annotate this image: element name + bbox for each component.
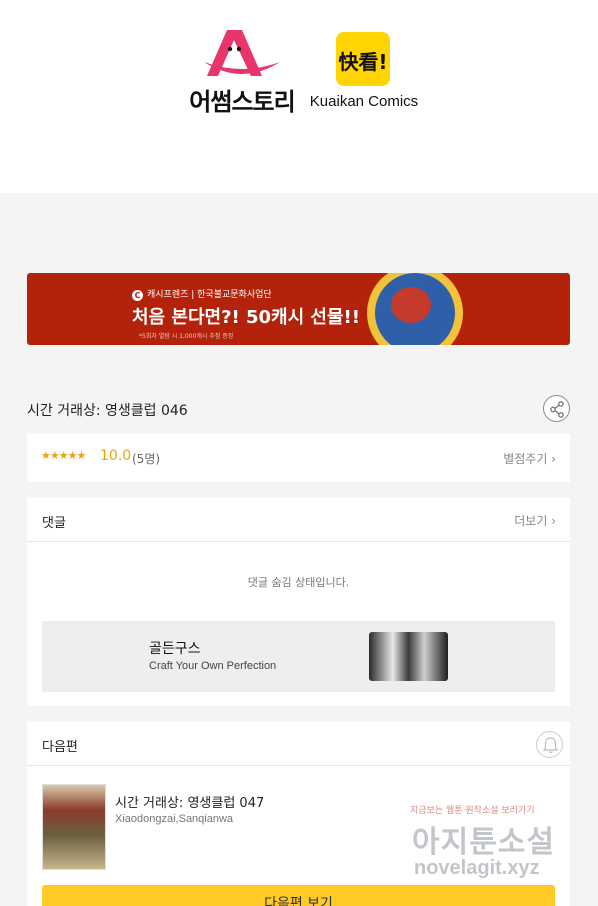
next-episode-thumbnail[interactable] (42, 784, 106, 870)
kuaikan-mark-text: 快看! (338, 50, 388, 74)
next-episode-button[interactable]: 다음편 보기 (42, 885, 555, 906)
comments-more-link[interactable]: 더보기 › (514, 512, 556, 529)
ad-title: 골든구스 (149, 641, 201, 657)
next-episode-title[interactable]: 시간 거래상: 영생클럽 047 (115, 792, 264, 811)
watermark-tagline: 지금보는 웹툰 원작소설 보러가기 (410, 806, 535, 816)
comments-header: 댓글 더보기 › (27, 498, 570, 542)
rating-score: 10.0 (100, 448, 132, 464)
ad-banner[interactable]: 골든구스 Craft Your Own Perfection (42, 621, 555, 692)
dragon-illustration-center (391, 287, 431, 323)
kuaikan-logo-mark: 快看! (336, 32, 390, 86)
awesome-logo-mark-icon (204, 30, 280, 76)
banner-sponsor-line: C 캐시프렌즈 | 한국불교문화사업단 (132, 287, 272, 301)
share-icon (550, 401, 564, 418)
comments-title: 댓글 (42, 516, 66, 531)
banner-headline: 처음 본다면?! 50캐시 선물!! (132, 307, 360, 328)
comments-card: 댓글 더보기 › 댓글 숨김 상태입니다. 골든구스 Craft Your Ow… (27, 498, 570, 706)
episode-title: 시간 거래상: 영생클럽 046 (27, 403, 188, 419)
cashfriends-icon: C (132, 290, 143, 301)
rating-stars: ★★★★★ (41, 449, 86, 462)
comments-hidden-message: 댓글 숨김 상태입니다. (247, 576, 350, 589)
rating-count: (5명) (132, 452, 161, 466)
ad-subtitle: Craft Your Own Perfection (149, 660, 277, 672)
promo-banner[interactable]: C 캐시프렌즈 | 한국불교문화사업단 처음 본다면?! 50캐시 선물!! *5… (27, 273, 570, 345)
notify-button[interactable] (536, 731, 563, 758)
watermark-title: 아지툰소설 (412, 825, 555, 860)
bell-icon (542, 737, 559, 754)
kuaikan-logo: 快看! Kuaikan Comics (306, 32, 422, 114)
awesome-logo-text: 어썸스토리 (189, 88, 295, 116)
ad-image (369, 632, 448, 681)
kuaikan-logo-text: Kuaikan Comics (309, 93, 419, 110)
banner-note: *5회차 열람 시 1,000캐시 추첨 증정 (139, 333, 234, 340)
next-episode-authors: Xiaodongzai,Sanqianwa (115, 813, 234, 825)
awesome-story-logo: 어썸스토리 (186, 30, 298, 116)
rating-card: ★★★★★ 10.0 (5명) 별점주기 › (27, 434, 570, 482)
logo-header: 어썸스토리 快看! Kuaikan Comics (0, 0, 598, 193)
watermark-url: novelagit.xyz (414, 857, 540, 879)
next-episode-header: 다음편 (27, 722, 570, 766)
banner-sponsor-text: 캐시프렌즈 | 한국불교문화사업단 (147, 290, 272, 300)
episode-title-row: 시간 거래상: 영생클럽 046 (27, 392, 570, 424)
rate-button[interactable]: 별점주기 › (503, 450, 556, 467)
share-button[interactable] (543, 395, 570, 422)
site-watermark: 지금보는 웹툰 원작소설 보러가기 아지툰소설 novelagit.xyz (410, 803, 580, 883)
dragon-illustration-icon (367, 273, 463, 345)
next-episode-section-title: 다음편 (42, 740, 78, 755)
